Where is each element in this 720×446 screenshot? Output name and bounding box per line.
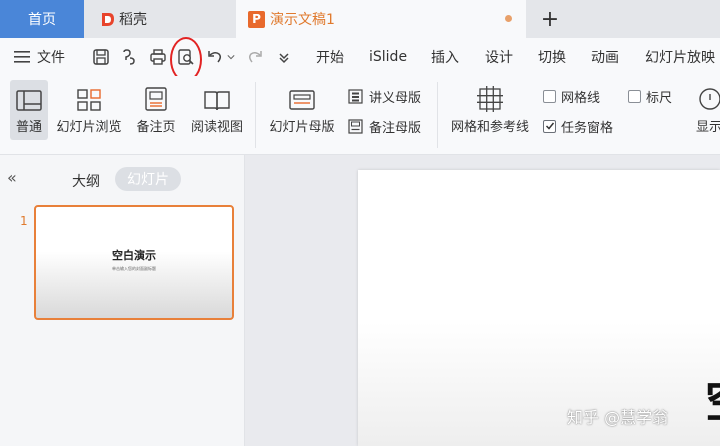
gridlines-checkbox[interactable]: 网格线	[543, 86, 600, 106]
ribbon-separator	[437, 82, 438, 148]
menu-start-label: 开始	[316, 50, 344, 66]
slide-title-partial[interactable]: 空	[705, 365, 720, 431]
undo-dropdown[interactable]	[226, 47, 236, 67]
save-button[interactable]	[91, 47, 111, 67]
ribbon-separator	[255, 82, 256, 148]
gridlines-checkbox-box[interactable]	[543, 89, 556, 103]
slide-master-icon	[289, 90, 315, 110]
menu-animation[interactable]: 动画	[591, 47, 619, 67]
collapse-panel-button[interactable]: «	[7, 168, 17, 187]
menu-islide-label: iSlide	[369, 49, 408, 65]
redo-icon	[248, 51, 262, 63]
menu-start[interactable]: 开始	[316, 47, 344, 67]
double-chevron-left-icon: «	[7, 168, 17, 187]
handout-master-button[interactable]: 讲义母版	[348, 86, 421, 106]
file-menu-button[interactable]: 文件	[14, 47, 65, 67]
customize-toolbar-button[interactable]	[274, 47, 294, 67]
chevron-down-icon	[227, 55, 235, 60]
gridlines-label: 网格线	[561, 90, 601, 106]
book-icon	[204, 91, 230, 111]
tab-slides-label: 幻灯片	[127, 172, 169, 188]
save-icon	[93, 49, 109, 65]
tab-daoke-label: 稻壳	[119, 12, 147, 28]
menu-transition-label: 切换	[538, 50, 566, 66]
slide-number: 1	[20, 214, 28, 228]
undo-button[interactable]	[205, 47, 225, 67]
thumbnail-subtitle: 单击输入您的封面副标题	[112, 266, 156, 271]
normal-view-icon	[16, 90, 42, 111]
menu-transition[interactable]: 切换	[538, 47, 566, 67]
export-icon	[123, 49, 135, 65]
watermark: 知乎 @慧学翁	[567, 408, 669, 427]
task-pane-label: 任务窗格	[561, 120, 614, 136]
tab-outline[interactable]: 大纲	[72, 171, 100, 191]
menu-animation-label: 动画	[591, 50, 619, 66]
menu-slideshow-label: 幻灯片放映	[645, 50, 715, 66]
task-pane-checkbox[interactable]: 任务窗格	[543, 116, 613, 136]
ruler-label: 标尺	[646, 90, 673, 106]
menu-design-label: 设计	[485, 50, 513, 66]
slide-master-label: 幻灯片母版	[269, 120, 335, 135]
chevron-down-icon	[279, 53, 289, 64]
display-icon	[699, 88, 720, 110]
grid-guides-label: 网格和参考线	[450, 120, 529, 135]
check-icon	[545, 122, 554, 130]
notes-page-label: 备注页	[136, 120, 176, 135]
daoke-logo-icon	[102, 12, 114, 26]
notes-master-label: 备注母版	[369, 120, 422, 136]
ruler-checkbox[interactable]: 标尺	[628, 86, 672, 106]
normal-view-button[interactable]: 普通	[10, 80, 48, 140]
display-label: 显示	[696, 120, 720, 135]
plus-icon: +	[540, 6, 560, 32]
slide-sorter-label: 幻灯片浏览	[56, 120, 122, 135]
output-image-button[interactable]	[119, 47, 139, 67]
handout-master-label: 讲义母版	[369, 90, 422, 106]
tab-document-label: 演示文稿1	[270, 12, 335, 28]
handout-master-icon	[348, 88, 363, 104]
grid-guides-button[interactable]: 网格和参考线	[447, 80, 533, 140]
normal-view-label: 普通	[15, 120, 42, 135]
notes-master-button[interactable]: 备注母版	[348, 116, 421, 136]
notes-master-icon	[348, 118, 363, 134]
slide-master-button[interactable]: 幻灯片母版	[265, 80, 339, 140]
print-button[interactable]	[148, 47, 168, 67]
file-menu-label: 文件	[37, 50, 65, 66]
hamburger-icon	[14, 51, 30, 63]
thumbnail-title: 空白演示	[112, 249, 156, 262]
tab-document[interactable]: P 演示文稿1	[236, 0, 526, 38]
grid-icon	[477, 86, 503, 112]
menu-insert-label: 插入	[431, 50, 459, 66]
task-pane-checkbox-box[interactable]	[543, 119, 556, 133]
slide-sorter-button[interactable]: 幻灯片浏览	[54, 80, 124, 140]
presentation-logo-icon: P	[248, 10, 265, 28]
tab-slides[interactable]: 幻灯片	[115, 167, 181, 191]
reading-view-button[interactable]: 阅读视图	[188, 80, 246, 140]
undo-icon	[208, 51, 222, 63]
slide-thumbnail[interactable]: 空白演示 单击输入您的封面副标题	[34, 205, 234, 320]
menu-insert[interactable]: 插入	[431, 47, 459, 67]
ruler-checkbox-box[interactable]	[628, 89, 641, 103]
printer-icon	[150, 49, 166, 65]
redo-button[interactable]	[245, 47, 265, 67]
slide-sorter-icon	[77, 89, 101, 111]
tab-outline-label: 大纲	[72, 174, 100, 190]
menu-slideshow[interactable]: 幻灯片放映	[645, 47, 715, 67]
tab-daoke[interactable]: 稻壳	[86, 0, 234, 38]
menu-islide[interactable]: iSlide	[369, 47, 407, 67]
menu-design[interactable]: 设计	[485, 47, 513, 67]
unsaved-dot-icon	[505, 15, 512, 22]
notes-page-icon	[145, 87, 167, 111]
reading-view-label: 阅读视图	[190, 120, 243, 135]
notes-page-button[interactable]: 备注页	[134, 80, 178, 140]
tab-home[interactable]: 首页	[0, 0, 84, 38]
display-button[interactable]: 显示	[696, 80, 720, 140]
tab-home-label: 首页	[28, 12, 56, 28]
new-tab-button[interactable]: +	[536, 6, 564, 32]
